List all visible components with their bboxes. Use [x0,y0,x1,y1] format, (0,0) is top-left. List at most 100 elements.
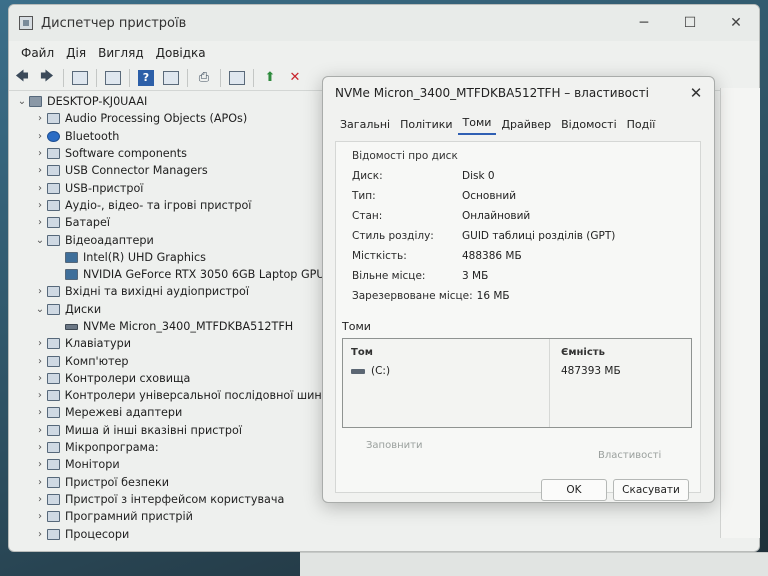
tree-item[interactable]: ⌄ Диски [15,301,329,318]
chevron-right-icon[interactable]: › [33,200,47,211]
populate-button[interactable]: Заповнити [366,440,422,451]
chevron-right-icon[interactable]: › [33,511,47,522]
chevron-right-icon[interactable]: › [33,286,47,297]
device-icon [47,148,60,160]
chevron-right-icon[interactable]: › [33,217,47,228]
tree-item[interactable]: › Миша й інші вказівні пристрої [15,422,329,439]
menu-help[interactable]: Довідка [150,46,212,60]
device-icon [47,199,60,211]
tree-item[interactable]: › Мережеві адаптери [15,404,329,421]
chevron-right-icon[interactable]: › [33,183,47,194]
tree-item[interactable]: › Пристрої з інтерфейсом користувача [15,491,329,508]
tree-item-label: USB-пристрої [65,181,144,195]
chevron-right-icon[interactable]: › [33,165,47,176]
tree-item[interactable]: › Клавіатури [15,335,329,352]
help-icon[interactable]: ? [135,68,157,88]
chevron-down-icon[interactable]: ⌄ [33,304,47,315]
update-driver-icon[interactable]: ⬆ [259,68,281,88]
tree-item[interactable]: › Процесори [15,525,329,542]
dialog-tabs: Загальні Політики Томи Драйвер Відомості… [323,113,714,135]
tree-item[interactable]: ⌄ Відеоадаптери [15,231,329,248]
tree-item-label: Комп'ютер [65,354,129,368]
tree-item[interactable]: › Комп'ютер [15,352,329,369]
chevron-right-icon[interactable]: › [33,338,47,349]
tree-item[interactable]: › Audio Processing Objects (APOs) [15,110,329,127]
tree-item-label: Пристрої з інтерфейсом користувача [65,492,285,506]
tree-root[interactable]: ⌄ DESKTOP-KJ0UAAI [15,93,329,110]
tab-general[interactable]: Загальні [335,118,395,135]
chevron-right-icon[interactable]: › [33,373,47,384]
properties-icon[interactable] [102,68,124,88]
disk-info-label: Відомості про диск [352,150,458,162]
maximize-button[interactable]: ☐ [667,5,713,41]
tree-item[interactable]: › Пристрої безпеки [15,474,329,491]
chevron-right-icon[interactable]: › [33,459,47,470]
col-header-capacity[interactable]: Ємність [561,347,605,358]
chevron-down-icon[interactable]: ⌄ [33,235,47,246]
tree-item-label: USB Connector Managers [65,164,208,178]
tree-item[interactable]: › Батареї [15,214,329,231]
ok-button[interactable]: OK [541,479,607,501]
col-header-volume[interactable]: Том [351,347,373,358]
menu-view[interactable]: Вигляд [92,46,150,60]
chevron-right-icon[interactable]: › [33,407,47,418]
chevron-right-icon[interactable]: › [33,113,47,124]
tree-item[interactable]: › Програмний пристрій [15,508,329,525]
tree-item[interactable]: › Software components [15,145,329,162]
tree-item-label: Audio Processing Objects (APOs) [65,112,248,126]
chevron-right-icon[interactable]: › [33,494,47,505]
view-icon[interactable] [160,68,182,88]
uninstall-icon[interactable]: ✕ [284,68,306,88]
tree-item[interactable]: › Контролери сховища [15,370,329,387]
tree-item[interactable]: › Мікропрограма: [15,439,329,456]
tree-item[interactable]: › USB-пристрої [15,179,329,196]
menu-action[interactable]: Дія [60,46,92,60]
tree-item-label: Мікропрограма: [65,441,159,455]
field-disk: Диск: Disk 0 [352,170,495,182]
tab-policies[interactable]: Політики [395,118,457,135]
minimize-button[interactable]: ─ [621,5,667,41]
back-arrow-icon[interactable]: 🡄 [11,68,33,88]
menu-file[interactable]: Файл [15,46,60,60]
tab-events[interactable]: Події [622,118,661,135]
chevron-down-icon[interactable]: ⌄ [15,96,29,107]
tree-item[interactable]: › Вхідні та вихідні аудіопристрої [15,283,329,300]
tree-item[interactable]: Intel(R) UHD Graphics [15,249,329,266]
tree-item[interactable]: › USB Connector Managers [15,162,329,179]
tree-item-label: Батареї [65,216,110,230]
tab-details[interactable]: Відомості [556,118,621,135]
tree-item[interactable]: NVIDIA GeForce RTX 3050 6GB Laptop GPU [15,266,329,283]
volumes-list[interactable]: Том Ємність (C:) 487393 МБ [342,338,692,428]
chevron-right-icon[interactable]: › [33,425,47,436]
tree-item[interactable]: › Контролери універсальної послідовної ши… [15,387,329,404]
volumes-panel: Відомості про диск Диск: Disk 0 Тип: Осн… [335,141,701,493]
volume-properties-button[interactable]: Властивості [598,450,661,461]
tab-volumes[interactable]: Томи [457,116,497,135]
field-reserved-space: Зарезервоване місце: 16 МБ [352,290,510,302]
tree-item[interactable]: NVMe Micron_3400_MTFDKBA512TFH [15,318,329,335]
chevron-right-icon[interactable]: › [33,356,47,367]
cancel-button[interactable]: Скасувати [613,479,689,501]
forward-arrow-icon[interactable]: 🡆 [36,68,58,88]
device-icon [47,459,60,471]
chevron-right-icon[interactable]: › [33,390,47,401]
device-tree: ⌄ DESKTOP-KJ0UAAI › Audio Processing Obje… [9,93,329,543]
volume-row[interactable]: (C:) [351,365,390,377]
close-window-button[interactable]: ✕ [713,5,759,41]
device-icon [47,130,60,142]
tree-root-label: DESKTOP-KJ0UAAI [47,95,148,109]
chevron-right-icon[interactable]: › [33,442,47,453]
tree-item[interactable]: › Монітори [15,456,329,473]
tree-item[interactable]: › Bluetooth [15,128,329,145]
tab-driver[interactable]: Драйвер [496,118,556,135]
chevron-right-icon[interactable]: › [33,148,47,159]
show-hide-tree-icon[interactable] [69,68,91,88]
chevron-right-icon[interactable]: › [33,529,47,540]
tree-item-label: Миша й інші вказівні пристрої [65,423,242,437]
tree-item[interactable]: › Аудіо-, відео- та ігрові пристрої [15,197,329,214]
chevron-right-icon[interactable]: › [33,477,47,488]
dialog-close-icon[interactable]: ✕ [678,77,714,109]
chevron-right-icon[interactable]: › [33,131,47,142]
printer-icon[interactable]: ⎙ [193,68,215,88]
scan-hardware-icon[interactable] [226,68,248,88]
